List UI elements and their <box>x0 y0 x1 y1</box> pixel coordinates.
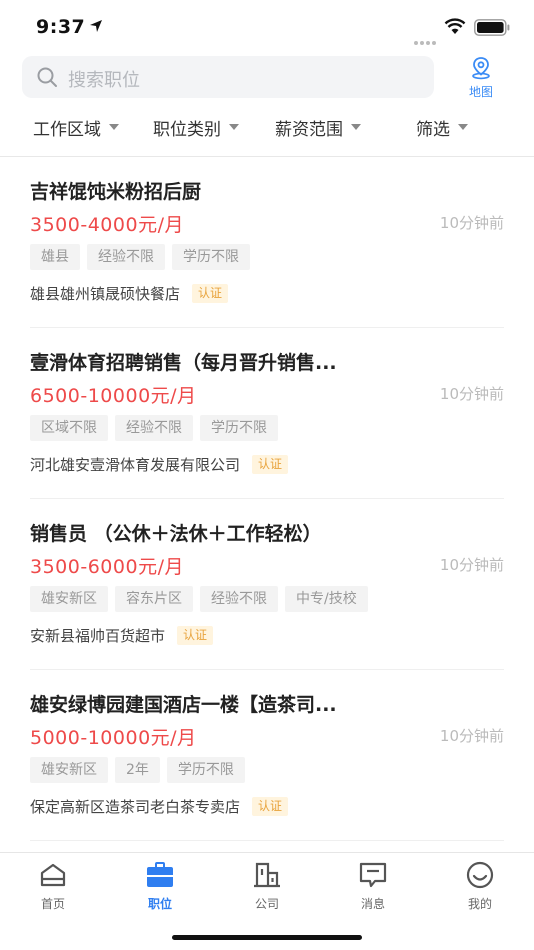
tab-jobs[interactable]: 职位 <box>120 861 200 915</box>
search-placeholder: 搜索职位 <box>68 70 140 91</box>
job-tag: 中专/技校 <box>285 586 368 612</box>
job-time: 10分钟前 <box>439 385 504 403</box>
tab-label: 消息 <box>360 897 385 911</box>
filter-salary[interactable]: 薪资范围 <box>275 114 361 140</box>
cert-badge: 认证 <box>252 454 289 474</box>
job-card[interactable]: 吉祥馄饨米粉招后厨 3500-4000元/月 10分钟前 雄县 经验不限 学历不… <box>0 157 534 328</box>
company-row: 保定高新区造茶司老白茶专卖店 认证 <box>30 795 289 817</box>
status-bar: 9:37 <box>0 0 534 52</box>
filter-label: 薪资范围 <box>275 119 343 140</box>
job-tag: 雄县 <box>30 244 80 270</box>
job-title: 雄安绿博园建国酒店一楼【造茶司... <box>30 694 337 716</box>
location-arrow-icon <box>90 20 102 32</box>
battery-icon <box>474 19 510 36</box>
filter-label: 职位类别 <box>153 119 221 140</box>
search-input[interactable]: 搜索职位 <box>22 56 434 98</box>
job-tags: 雄安新区 容东片区 经验不限 中专/技校 <box>30 586 375 612</box>
job-time: 10分钟前 <box>439 556 504 574</box>
cert-badge: 认证 <box>177 625 214 645</box>
job-tag: 学历不限 <box>200 415 278 441</box>
job-salary: 5000-10000元/月 <box>30 727 197 749</box>
filter-more[interactable]: 筛选 <box>416 114 468 140</box>
job-tag: 经验不限 <box>115 415 193 441</box>
job-list-page: 9:37 搜索职位 地图 工作区域 职位类别 薪资范围 筛选 吉祥馄饨米粉招后厨… <box>0 0 534 950</box>
job-time: 10分钟前 <box>439 214 504 232</box>
company-row: 雄县雄州镇晟硕快餐店 认证 <box>30 282 229 304</box>
job-tag: 经验不限 <box>200 586 278 612</box>
job-time: 10分钟前 <box>439 727 504 745</box>
job-tag: 区域不限 <box>30 415 108 441</box>
tab-company[interactable]: 公司 <box>227 861 307 915</box>
caret-down-icon <box>458 124 468 130</box>
building-icon <box>254 862 280 888</box>
job-tags: 雄县 经验不限 学历不限 <box>30 244 257 270</box>
job-salary: 3500-6000元/月 <box>30 556 184 578</box>
filter-bar: 工作区域 职位类别 薪资范围 筛选 <box>0 110 534 142</box>
tab-label: 公司 <box>254 897 279 911</box>
home-indicator <box>172 935 362 940</box>
caret-down-icon <box>229 124 239 130</box>
signal-icon <box>414 30 438 45</box>
filter-label: 工作区域 <box>33 119 101 140</box>
job-title: 销售员 （公休＋法休＋工作轻松） <box>30 523 322 545</box>
wifi-icon <box>444 18 466 34</box>
job-salary: 3500-4000元/月 <box>30 214 184 236</box>
company-row: 河北雄安壹滑体育发展有限公司 认证 <box>30 453 289 475</box>
job-tag: 经验不限 <box>87 244 165 270</box>
caret-down-icon <box>109 124 119 130</box>
job-tag: 容东片区 <box>115 586 193 612</box>
company-name: 河北雄安壹滑体育发展有限公司 <box>30 455 241 474</box>
search-icon <box>37 67 57 87</box>
job-tags: 区域不限 经验不限 学历不限 <box>30 415 285 441</box>
company-row: 安新县福帅百货超市 认证 <box>30 624 214 646</box>
tab-home[interactable]: 首页 <box>13 861 93 915</box>
company-name: 保定高新区造茶司老白茶专卖店 <box>30 797 241 816</box>
status-time: 9:37 <box>36 16 86 38</box>
briefcase-icon <box>147 862 173 887</box>
tab-label: 职位 <box>147 897 172 911</box>
map-button[interactable]: 地图 <box>458 56 504 102</box>
job-tag: 学历不限 <box>172 244 250 270</box>
cert-badge: 认证 <box>252 796 289 816</box>
job-tags: 雄安新区 2年 学历不限 <box>30 757 252 783</box>
job-title: 壹滑体育招聘销售（每月晋升销售... <box>30 352 337 374</box>
cert-badge: 认证 <box>192 283 229 303</box>
job-card[interactable]: 壹滑体育招聘销售（每月晋升销售... 6500-10000元/月 10分钟前 区… <box>0 328 534 499</box>
job-tag: 雄安新区 <box>30 586 108 612</box>
filter-label: 筛选 <box>416 119 450 140</box>
job-card[interactable]: 雄安绿博园建国酒店一楼【造茶司... 5000-10000元/月 10分钟前 雄… <box>0 670 534 841</box>
filter-area[interactable]: 工作区域 <box>33 114 119 140</box>
job-tag: 学历不限 <box>166 757 245 783</box>
job-tag: 雄安新区 <box>30 757 108 783</box>
tab-label: 首页 <box>40 897 65 911</box>
message-icon <box>359 862 387 888</box>
home-icon <box>40 863 66 887</box>
map-pin-icon <box>472 57 490 80</box>
caret-down-icon <box>351 124 361 130</box>
tab-profile[interactable]: 我的 <box>440 861 520 915</box>
job-title: 吉祥馄饨米粉招后厨 <box>30 181 202 203</box>
job-salary: 6500-10000元/月 <box>30 385 197 407</box>
smile-icon <box>466 861 494 889</box>
job-list: 吉祥馄饨米粉招后厨 3500-4000元/月 10分钟前 雄县 经验不限 学历不… <box>0 157 534 841</box>
map-label: 地图 <box>468 85 493 99</box>
tab-messages[interactable]: 消息 <box>333 861 413 915</box>
company-name: 安新县福帅百货超市 <box>30 626 166 645</box>
company-name: 雄县雄州镇晟硕快餐店 <box>30 284 181 303</box>
divider <box>30 840 504 841</box>
tab-label: 我的 <box>467 897 492 911</box>
filter-category[interactable]: 职位类别 <box>153 114 239 140</box>
job-tag: 2年 <box>115 757 160 783</box>
job-card[interactable]: 销售员 （公休＋法休＋工作轻松） 3500-6000元/月 10分钟前 雄安新区… <box>0 499 534 670</box>
